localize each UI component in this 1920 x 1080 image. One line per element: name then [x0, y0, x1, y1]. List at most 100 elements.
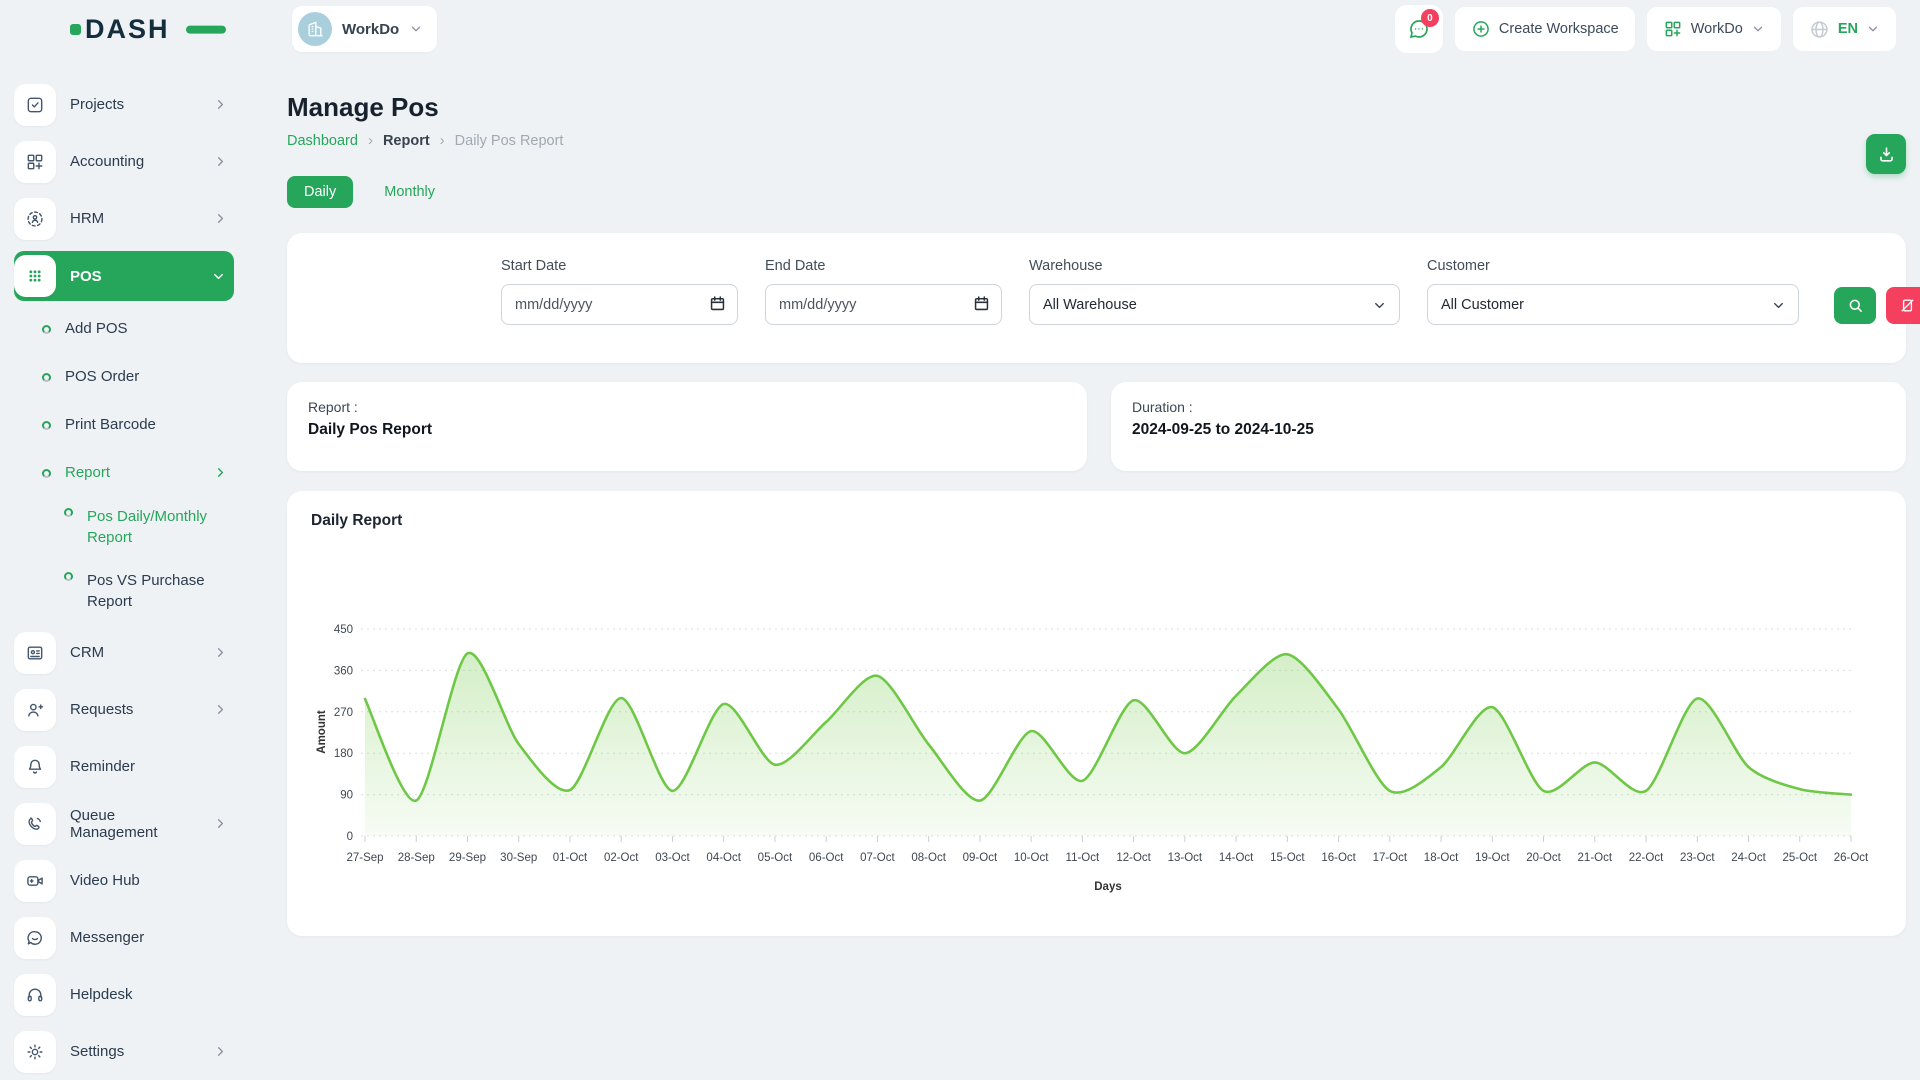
sidebar-item-messenger[interactable]: Messenger — [14, 909, 236, 966]
workspace-selector[interactable]: WorkDo — [292, 6, 437, 52]
video-camera-icon — [14, 860, 56, 902]
logo-text: DASH — [85, 14, 170, 45]
end-date-input[interactable] — [765, 284, 1002, 325]
sidebar-item-report[interactable]: Report — [14, 448, 236, 496]
top-header: DASH WorkDo 0 — [0, 0, 1920, 58]
svg-text:180: 180 — [334, 748, 353, 760]
svg-text:270: 270 — [334, 707, 353, 719]
sidebar-item-queue-management[interactable]: Queue Management — [14, 795, 236, 852]
svg-text:06-Oct: 06-Oct — [809, 852, 844, 864]
daily-report-chart: 09018027036045027-Sep28-Sep29-Sep30-Sep0… — [311, 554, 1882, 929]
svg-text:04-Oct: 04-Oct — [706, 852, 741, 864]
workspace-name: WorkDo — [342, 21, 399, 38]
workspace-switcher-button[interactable]: WorkDo — [1647, 7, 1781, 51]
svg-text:16-Oct: 16-Oct — [1321, 852, 1356, 864]
reset-filter-button[interactable] — [1886, 287, 1920, 324]
duration-label: Duration : — [1132, 399, 1885, 415]
chevron-right-icon — [213, 154, 228, 169]
sidebar-item-pos-daily-monthly-report[interactable]: Pos Daily/Monthly Report — [14, 496, 236, 560]
messages-count-badge: 0 — [1421, 9, 1439, 27]
sidebar-item-requests[interactable]: Requests — [14, 681, 236, 738]
start-date-input[interactable] — [501, 284, 738, 325]
svg-text:15-Oct: 15-Oct — [1270, 852, 1305, 864]
svg-text:21-Oct: 21-Oct — [1578, 852, 1613, 864]
svg-text:08-Oct: 08-Oct — [911, 852, 946, 864]
create-workspace-label: Create Workspace — [1499, 21, 1619, 37]
plus-circle-icon — [1471, 19, 1491, 39]
svg-text:02-Oct: 02-Oct — [604, 852, 639, 864]
search-button[interactable] — [1834, 287, 1876, 324]
bullet-icon — [42, 373, 51, 382]
language-selector[interactable]: EN — [1793, 7, 1896, 51]
person-scan-icon — [14, 198, 56, 240]
building-icon — [305, 19, 325, 39]
grid-plus-icon — [1663, 19, 1683, 39]
app-logo[interactable]: DASH — [70, 14, 200, 45]
sidebar-item-projects[interactable]: Projects — [14, 76, 236, 133]
duration-summary-card: Duration : 2024-09-25 to 2024-10-25 — [1111, 382, 1906, 471]
bell-icon — [14, 746, 56, 788]
chevron-right-icon — [213, 816, 228, 831]
main-content: Manage Pos Dashboard › Report › Daily Po… — [287, 58, 1906, 936]
sidebar-item-helpdesk[interactable]: Helpdesk — [14, 966, 236, 1023]
logo-accent-dot — [70, 24, 81, 35]
chevron-down-icon — [211, 269, 226, 284]
sidebar-item-print-barcode[interactable]: Print Barcode — [14, 400, 236, 448]
sidebar-item-video-hub[interactable]: Video Hub — [14, 852, 236, 909]
user-plus-icon — [14, 689, 56, 731]
sidebar-item-settings[interactable]: Settings — [14, 1023, 236, 1080]
sidebar-item-accounting[interactable]: Accounting — [14, 133, 236, 190]
sidebar-item-pos[interactable]: POS — [14, 251, 234, 301]
calendar-icon — [708, 294, 727, 318]
customer-label: Customer — [1427, 258, 1799, 274]
messages-button[interactable]: 0 — [1395, 5, 1443, 53]
report-label: Report : — [308, 399, 1066, 415]
filter-panel: Start Date End Date Warehous — [287, 233, 1906, 363]
tab-monthly[interactable]: Monthly — [367, 176, 452, 208]
svg-text:11-Oct: 11-Oct — [1066, 852, 1100, 864]
chevron-down-icon — [1866, 22, 1880, 36]
sidebar-item-add-pos[interactable]: Add POS — [14, 304, 236, 352]
svg-text:24-Oct: 24-Oct — [1731, 852, 1766, 864]
svg-text:14-Oct: 14-Oct — [1219, 852, 1254, 864]
report-summary-card: Report : Daily Pos Report — [287, 382, 1087, 471]
sidebar-item-reminder[interactable]: Reminder — [14, 738, 236, 795]
grid-plus-icon — [14, 141, 56, 183]
download-report-button[interactable] — [1866, 134, 1906, 174]
logo-accent-bar — [186, 26, 226, 34]
svg-text:29-Sep: 29-Sep — [449, 852, 486, 864]
chevron-right-icon — [213, 97, 228, 112]
chevron-right-icon — [213, 1044, 228, 1059]
report-value: Daily Pos Report — [308, 421, 1066, 439]
breadcrumb-report[interactable]: Report — [383, 133, 430, 149]
tab-daily[interactable]: Daily — [287, 176, 353, 208]
create-workspace-button[interactable]: Create Workspace — [1455, 7, 1635, 51]
breadcrumb-dashboard[interactable]: Dashboard — [287, 133, 358, 149]
svg-text:20-Oct: 20-Oct — [1526, 852, 1561, 864]
report-period-tabs: Daily Monthly — [287, 176, 1906, 208]
sidebar-item-crm[interactable]: CRM — [14, 624, 236, 681]
bullet-icon — [42, 469, 51, 478]
sidebar-item-hrm[interactable]: HRM — [14, 190, 236, 247]
warehouse-select[interactable]: All Warehouse — [1029, 284, 1400, 325]
download-icon — [1877, 145, 1896, 164]
chevron-down-icon — [1771, 298, 1786, 313]
sidebar-item-pos-vs-purchase-report[interactable]: Pos VS Purchase Report — [14, 560, 236, 624]
search-icon — [1847, 297, 1864, 314]
svg-text:01-Oct: 01-Oct — [553, 852, 588, 864]
svg-text:27-Sep: 27-Sep — [346, 852, 383, 864]
chevron-down-icon — [1372, 298, 1387, 313]
svg-text:30-Sep: 30-Sep — [500, 852, 537, 864]
globe-icon — [1809, 19, 1830, 40]
svg-text:03-Oct: 03-Oct — [655, 852, 690, 864]
bullet-icon — [64, 572, 73, 581]
svg-text:17-Oct: 17-Oct — [1373, 852, 1408, 864]
svg-text:05-Oct: 05-Oct — [758, 852, 793, 864]
start-date-label: Start Date — [501, 258, 738, 274]
customer-select[interactable]: All Customer — [1427, 284, 1799, 325]
svg-text:12-Oct: 12-Oct — [1116, 852, 1151, 864]
sidebar-item-pos-order[interactable]: POS Order — [14, 352, 236, 400]
svg-text:09-Oct: 09-Oct — [963, 852, 998, 864]
workspace-avatar — [298, 12, 332, 46]
svg-text:0: 0 — [347, 831, 353, 843]
